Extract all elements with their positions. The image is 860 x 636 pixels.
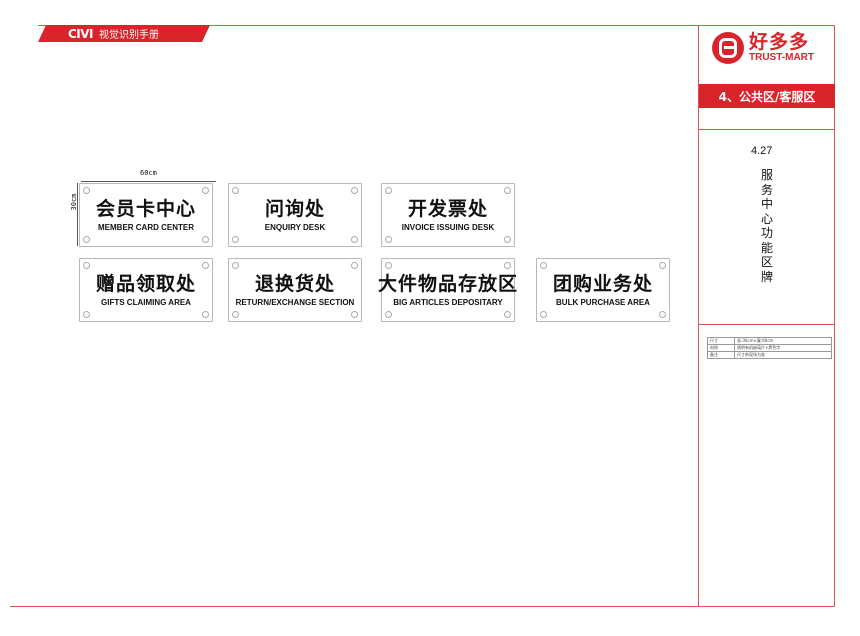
spec-row: 材质 透明有机玻璃片+黑色字 [707, 344, 832, 352]
spec-value: 透明有机玻璃片+黑色字 [734, 344, 832, 352]
sign-cn: 开发票处 [407, 198, 488, 220]
sign-return-exchange-section: 退换货处 RETURN/EXCHANGE SECTION [228, 258, 362, 322]
trust-mart-logo: 好多多 TRUST-MART [712, 32, 814, 64]
sign-cn: 问询处 [264, 198, 325, 220]
logo-mark-icon [712, 32, 744, 64]
sign-member-card-center: 会员卡中心 MEMBER CARD CENTER [79, 183, 213, 247]
width-dimension-line [81, 181, 216, 182]
frame-sidebar-hline [698, 129, 834, 130]
spec-row: 备注 尺寸依现场为准 [707, 351, 832, 359]
height-dimension-line [77, 183, 78, 246]
frame-sidebar-hline-2 [698, 324, 834, 325]
brand-ci: CIVI [68, 26, 94, 41]
sign-bulk-purchase-area: 团购业务处 BULK PURCHASE AREA [536, 258, 670, 322]
spec-key: 材质 [707, 344, 735, 352]
sign-cn: 会员卡中心 [95, 198, 196, 220]
logo-en: TRUST-MART [749, 52, 814, 63]
sign-en: BULK PURCHASE AREA [556, 298, 650, 307]
spec-value: 長:30cm×寬:60cm [734, 337, 832, 345]
spec-key: 尺寸 [707, 337, 735, 345]
spec-table: 尺寸 長:30cm×寬:60cm 材质 透明有机玻璃片+黑色字 备注 尺寸依现场… [707, 337, 832, 359]
sign-en: BIG ARTICLES DEPOSITARY [393, 298, 503, 307]
sign-invoice-issuing-desk: 开发票处 INVOICE ISSUING DESK [381, 183, 515, 247]
section-name: 服务中心功能区牌 [760, 168, 773, 284]
spec-value: 尺寸依现场为准 [734, 351, 832, 359]
sign-en: MEMBER CARD CENTER [98, 223, 194, 232]
width-dimension-label: 60cm [140, 169, 157, 177]
sign-en: ENQUIRY DESK [264, 223, 326, 232]
sign-enquiry-desk: 问询处 ENQUIRY DESK [228, 183, 362, 247]
sign-en: RETURN/EXCHANGE SECTION [235, 298, 355, 307]
frame-bottom-line [10, 606, 835, 607]
spec-key: 备注 [707, 351, 735, 359]
sign-cn: 团购业务处 [552, 273, 653, 295]
header-tab: CIVI 视觉识别手册 [38, 25, 210, 42]
sign-cn: 大件物品存放区 [378, 273, 519, 295]
sign-gifts-claiming-area: 赠品领取处 GIFTS CLAIMING AREA [79, 258, 213, 322]
spec-row: 尺寸 長:30cm×寬:60cm [707, 337, 832, 345]
sign-big-articles-depositary: 大件物品存放区 BIG ARTICLES DEPOSITARY [378, 258, 519, 322]
sign-cn: 赠品领取处 [95, 273, 196, 295]
logo-cn: 好多多 [749, 31, 810, 53]
brand-title: 视觉识别手册 [99, 30, 160, 41]
section-title: 4、公共区/客服区 [699, 84, 835, 108]
sign-cn: 退换货处 [254, 273, 335, 295]
section-number: 4.27 [751, 145, 773, 157]
frame-sidebar-divider [698, 25, 699, 607]
sign-en: GIFTS CLAIMING AREA [101, 298, 191, 307]
frame-right-line [834, 25, 835, 607]
sign-en: INVOICE ISSUING DESK [401, 223, 495, 232]
